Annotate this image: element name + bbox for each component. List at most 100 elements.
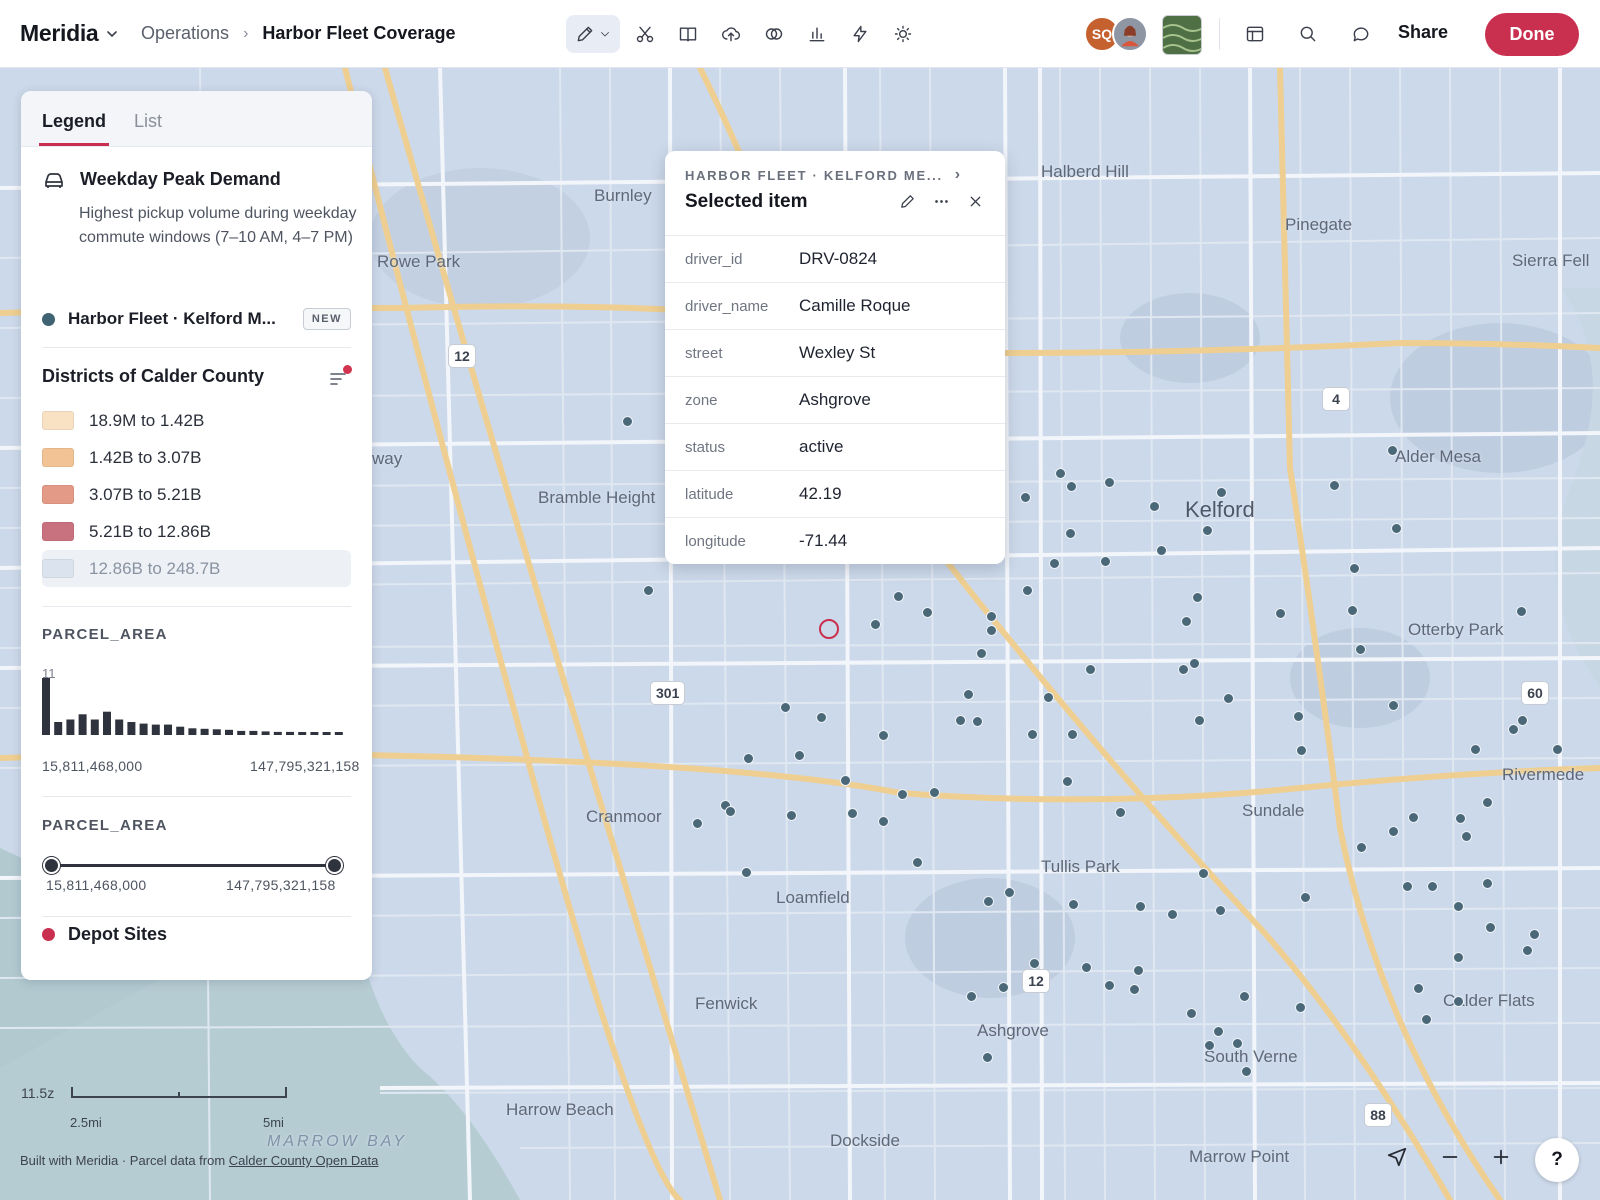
driver-point[interactable] xyxy=(1027,729,1038,740)
driver-point[interactable] xyxy=(1402,881,1413,892)
driver-point[interactable] xyxy=(1004,887,1015,898)
driver-point[interactable] xyxy=(1215,905,1226,916)
driver-point[interactable] xyxy=(840,775,851,786)
driver-point[interactable] xyxy=(912,857,923,868)
driver-point[interactable] xyxy=(1421,1014,1432,1025)
driver-point[interactable] xyxy=(1522,945,1533,956)
driver-point[interactable] xyxy=(1204,1040,1215,1051)
driver-point[interactable] xyxy=(1470,744,1481,755)
driver-point[interactable] xyxy=(794,750,805,761)
driver-point[interactable] xyxy=(816,712,827,723)
driver-point[interactable] xyxy=(1167,909,1178,920)
driver-point[interactable] xyxy=(1453,952,1464,963)
driver-point[interactable] xyxy=(1296,745,1307,756)
driver-point[interactable] xyxy=(643,585,654,596)
driver-point[interactable] xyxy=(1347,605,1358,616)
attribute-value[interactable]: Ashgrove xyxy=(799,390,871,410)
layout-button[interactable] xyxy=(1236,15,1273,53)
class-break-item[interactable]: 3.07B to 5.21B xyxy=(42,476,351,513)
driver-point[interactable] xyxy=(878,730,889,741)
slider-min-handle[interactable] xyxy=(43,857,60,874)
attribute-value[interactable]: active xyxy=(799,437,843,457)
driver-point[interactable] xyxy=(780,702,791,713)
driver-point[interactable] xyxy=(692,818,703,829)
driver-point[interactable] xyxy=(1194,715,1205,726)
attribute-value[interactable]: Camille Roque xyxy=(799,296,911,316)
driver-point[interactable] xyxy=(1408,812,1419,823)
driver-point[interactable] xyxy=(1181,616,1192,627)
driver-point[interactable] xyxy=(1388,826,1399,837)
driver-point[interactable] xyxy=(986,625,997,636)
theme-tool-button[interactable] xyxy=(884,15,921,53)
driver-point[interactable] xyxy=(1198,868,1209,879)
depot-layer-row[interactable]: Depot Sites xyxy=(42,924,167,945)
driver-point[interactable] xyxy=(1232,1038,1243,1049)
cut-tool-button[interactable] xyxy=(626,15,663,53)
class-break-item[interactable]: 1.42B to 3.07B xyxy=(42,439,351,476)
driver-point[interactable] xyxy=(1156,545,1167,556)
driver-point[interactable] xyxy=(1387,445,1398,456)
driver-point[interactable] xyxy=(1020,492,1031,503)
driver-point[interactable] xyxy=(1049,558,1060,569)
overlay-tool-button[interactable] xyxy=(755,15,792,53)
driver-point[interactable] xyxy=(870,619,881,630)
driver-point[interactable] xyxy=(1135,901,1146,912)
breadcrumb-parent[interactable]: Operations xyxy=(141,23,229,44)
driver-point[interactable] xyxy=(1482,797,1493,808)
attribution-link[interactable]: Calder County Open Data xyxy=(229,1153,379,1168)
more-options-button[interactable] xyxy=(931,191,951,211)
driver-point[interactable] xyxy=(1055,468,1066,479)
driver-point[interactable] xyxy=(741,867,752,878)
driver-point[interactable] xyxy=(1192,592,1203,603)
driver-point[interactable] xyxy=(622,416,633,427)
class-break-item[interactable]: 12.86B to 248.7B xyxy=(42,550,351,587)
driver-point[interactable] xyxy=(986,611,997,622)
demand-layer-header[interactable]: Weekday Peak Demand xyxy=(42,169,281,190)
tab-legend[interactable]: Legend xyxy=(38,111,110,146)
automation-tool-button[interactable] xyxy=(841,15,878,53)
driver-point[interactable] xyxy=(1081,962,1092,973)
driver-point[interactable] xyxy=(1178,664,1189,675)
driver-point[interactable] xyxy=(1485,922,1496,933)
driver-point[interactable] xyxy=(1066,481,1077,492)
driver-point[interactable] xyxy=(1275,608,1286,619)
tab-list[interactable]: List xyxy=(134,111,162,146)
driver-point[interactable] xyxy=(1068,899,1079,910)
driver-point[interactable] xyxy=(1461,831,1472,842)
driver-point[interactable] xyxy=(1552,744,1563,755)
driver-point[interactable] xyxy=(1356,842,1367,853)
driver-point[interactable] xyxy=(1453,901,1464,912)
driver-point[interactable] xyxy=(963,689,974,700)
workspace-switcher[interactable]: Meridia xyxy=(20,20,118,47)
sort-filter-button[interactable] xyxy=(329,364,352,387)
share-button[interactable]: Share xyxy=(1398,22,1448,43)
driver-point[interactable] xyxy=(743,753,754,764)
driver-point[interactable] xyxy=(1388,700,1399,711)
slider-max-handle[interactable] xyxy=(326,857,343,874)
class-break-item[interactable]: 5.21B to 12.86B xyxy=(42,513,351,550)
driver-point[interactable] xyxy=(1216,487,1227,498)
driver-point[interactable] xyxy=(1427,881,1438,892)
basemap-thumbnail[interactable] xyxy=(1162,15,1202,55)
driver-point[interactable] xyxy=(1529,929,1540,940)
driver-point[interactable] xyxy=(1482,878,1493,889)
driver-point[interactable] xyxy=(1186,1008,1197,1019)
chart-tool-button[interactable] xyxy=(798,15,835,53)
driver-point[interactable] xyxy=(1355,644,1366,655)
driver-point[interactable] xyxy=(1413,983,1424,994)
driver-point[interactable] xyxy=(1149,501,1160,512)
driver-point[interactable] xyxy=(976,648,987,659)
driver-point[interactable] xyxy=(1085,664,1096,675)
collaborator-avatars[interactable]: SQ xyxy=(1084,16,1148,52)
driver-point[interactable] xyxy=(725,806,736,817)
driver-point[interactable] xyxy=(1455,813,1466,824)
driver-point[interactable] xyxy=(1104,477,1115,488)
driver-point[interactable] xyxy=(1329,480,1340,491)
driver-point[interactable] xyxy=(1349,563,1360,574)
driver-point[interactable] xyxy=(1129,984,1140,995)
driver-point[interactable] xyxy=(1453,996,1464,1007)
search-button[interactable] xyxy=(1289,15,1326,53)
driver-point[interactable] xyxy=(983,896,994,907)
attribute-value[interactable]: 42.19 xyxy=(799,484,842,504)
attribute-value[interactable]: Wexley St xyxy=(799,343,875,363)
